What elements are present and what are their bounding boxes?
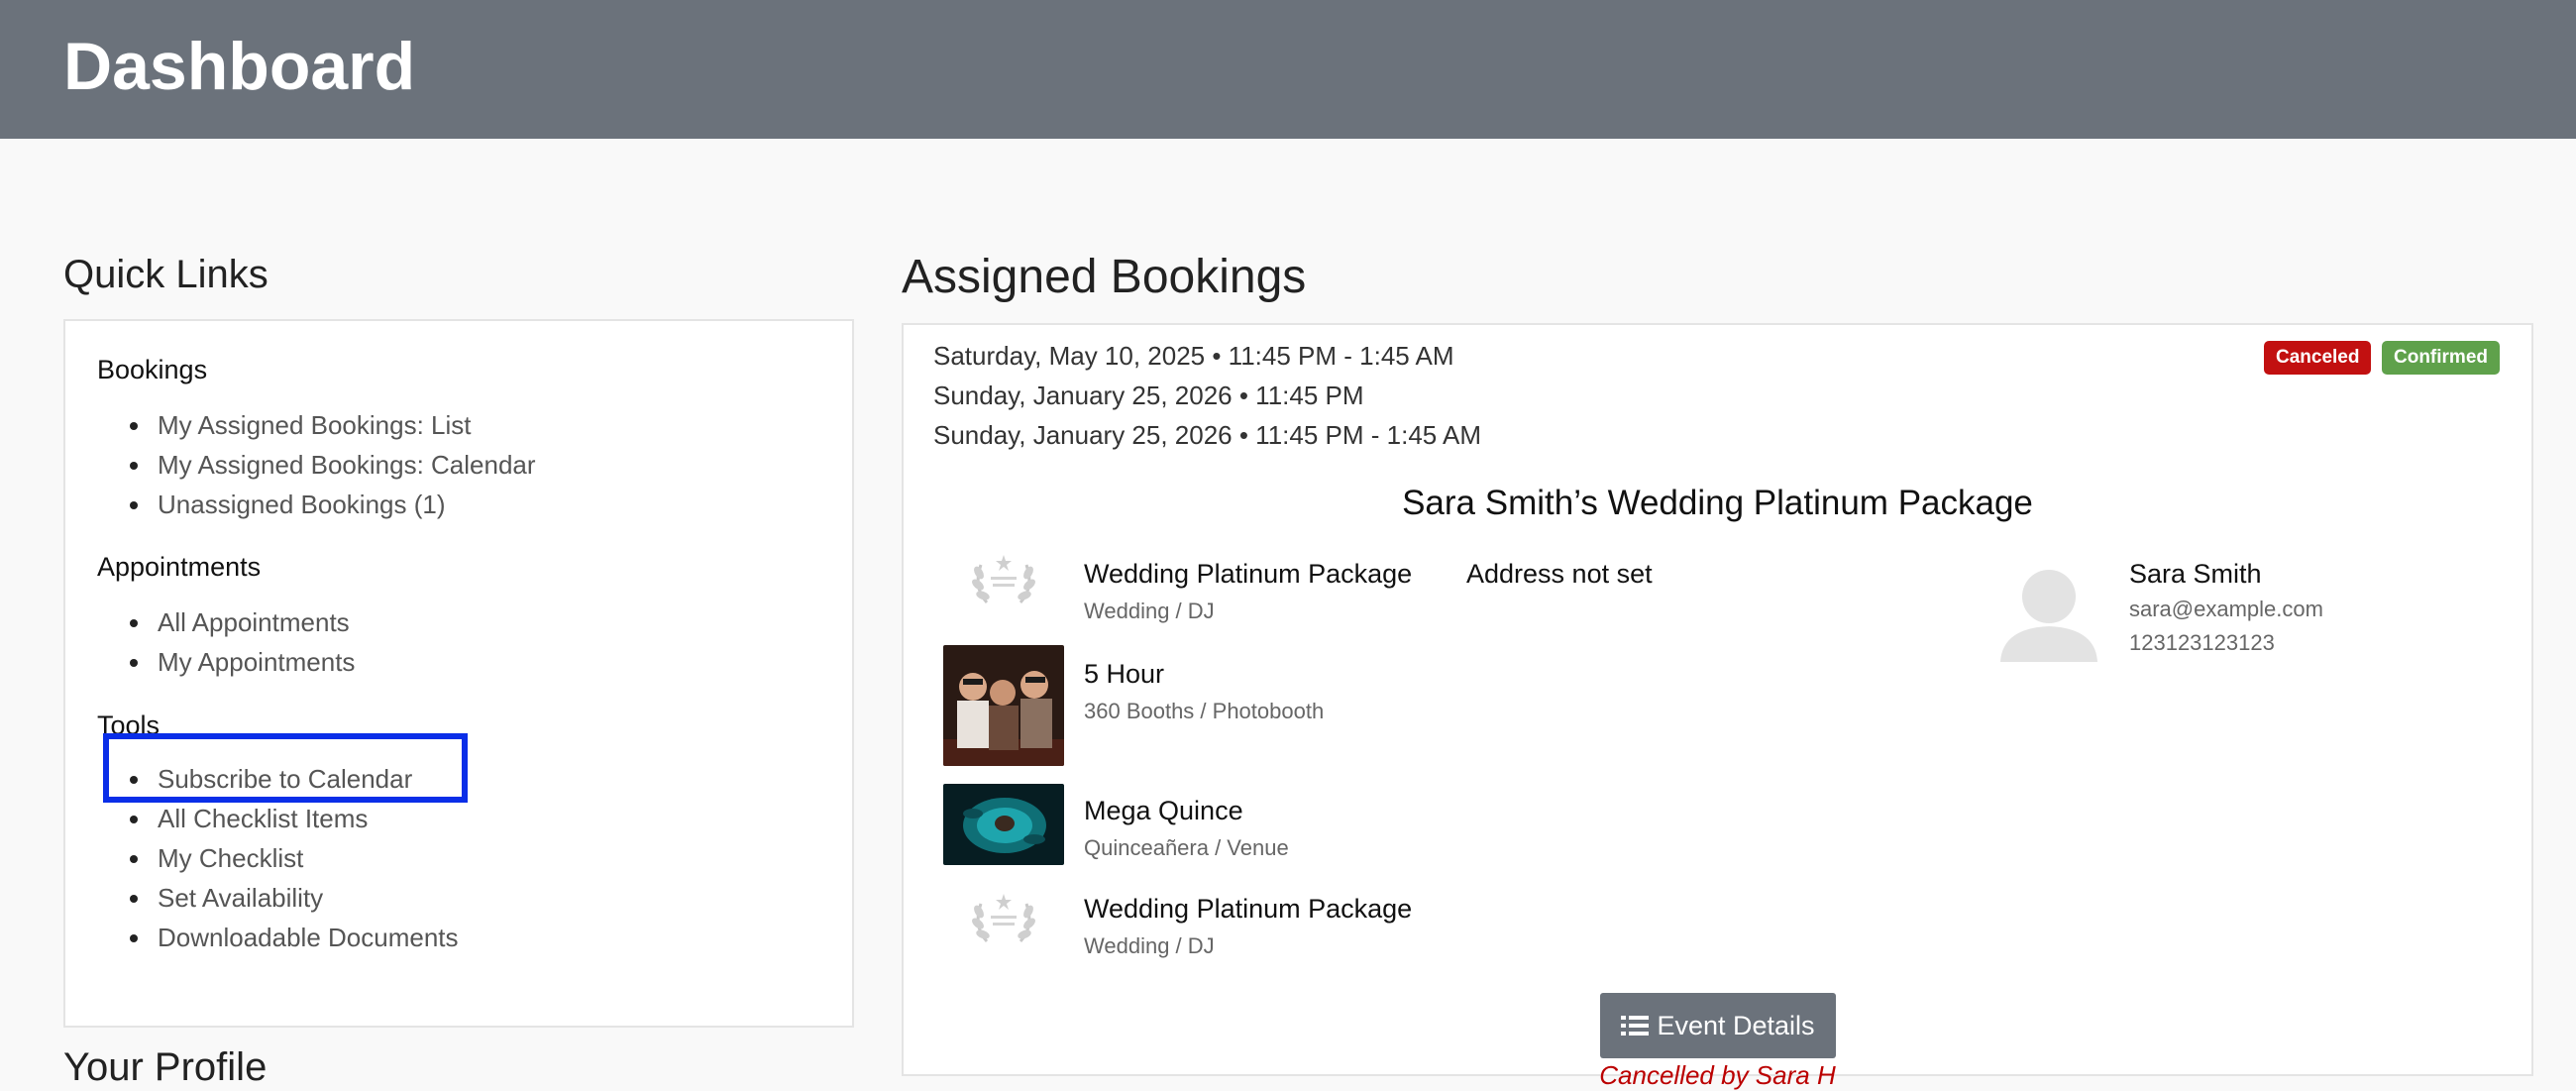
- selection-highlight: [103, 733, 468, 803]
- package-name: Wedding Platinum Package: [1084, 894, 1413, 924]
- link-unassigned-bookings[interactable]: Unassigned Bookings (1): [97, 485, 536, 524]
- link-my-checklist[interactable]: My Checklist: [97, 838, 459, 878]
- client-email[interactable]: sara@example.com: [2129, 597, 2323, 622]
- user-avatar-icon: [2000, 570, 2097, 662]
- page-title: Dashboard: [63, 29, 416, 104]
- package-category: Wedding / DJ: [1084, 599, 1215, 623]
- package-category: Quinceañera / Venue: [1084, 835, 1289, 860]
- event-details-label: Event Details: [1657, 1010, 1815, 1040]
- booking-card: Saturday, May 10, 2025 • 11:45 PM - 1:45…: [902, 323, 2533, 1090]
- booking-date-line: Saturday, May 10, 2025 • 11:45 PM - 1:45…: [933, 341, 1454, 371]
- your-profile-title: Your Profile: [63, 1045, 268, 1089]
- package-name: Mega Quince: [1084, 796, 1243, 825]
- package-category: 360 Booths / Photobooth: [1084, 699, 1325, 723]
- link-all-checklist-items[interactable]: All Checklist Items: [97, 799, 459, 838]
- booking-date-line: Sunday, January 25, 2026 • 11:45 PM: [933, 381, 1364, 410]
- appointments-links: All Appointments My Appointments: [97, 602, 355, 682]
- event-title: Sara Smith’s Wedding Platinum Package: [1402, 484, 2033, 522]
- client-phone[interactable]: 123123123123: [2129, 630, 2275, 656]
- canceled-badge: Canceled: [2264, 341, 2372, 375]
- laurel-package-icon: [972, 555, 1035, 604]
- laurel-package-icon: [972, 894, 1035, 943]
- cancellation-note: Cancelled by Sara H: [1599, 1060, 1836, 1090]
- event-details-button[interactable]: Event Details: [1600, 993, 1836, 1058]
- header-bar: Dashboard: [0, 0, 2576, 139]
- link-my-assigned-bookings-calendar[interactable]: My Assigned Bookings: Calendar: [97, 445, 536, 485]
- client-name: Sara Smith: [2129, 559, 2262, 589]
- link-my-appointments[interactable]: My Appointments: [97, 642, 355, 682]
- quick-links-title: Quick Links: [63, 253, 268, 296]
- photobooth-photo: [943, 645, 1064, 766]
- package-name: 5 Hour: [1084, 659, 1165, 689]
- list-icon: [1621, 1016, 1650, 1036]
- appointments-group-title: Appointments: [97, 552, 262, 582]
- package-name: Wedding Platinum Package: [1084, 559, 1413, 589]
- bookings-links: My Assigned Bookings: List My Assigned B…: [97, 405, 536, 524]
- assigned-bookings-title: Assigned Bookings: [902, 251, 1307, 303]
- package-category: Wedding / DJ: [1084, 933, 1215, 958]
- event-address: Address not set: [1466, 559, 1653, 589]
- link-downloadable-documents[interactable]: Downloadable Documents: [97, 918, 459, 957]
- bookings-group-title: Bookings: [97, 355, 208, 384]
- link-all-appointments[interactable]: All Appointments: [97, 602, 355, 642]
- quince-photo: [943, 784, 1064, 865]
- confirmed-badge: Confirmed: [2382, 341, 2500, 375]
- link-my-assigned-bookings-list[interactable]: My Assigned Bookings: List: [97, 405, 536, 445]
- quick-links-panel: Bookings My Assigned Bookings: List My A…: [63, 319, 854, 1028]
- booking-date-line: Sunday, January 25, 2026 • 11:45 PM - 1:…: [933, 420, 1482, 450]
- link-set-availability[interactable]: Set Availability: [97, 878, 459, 918]
